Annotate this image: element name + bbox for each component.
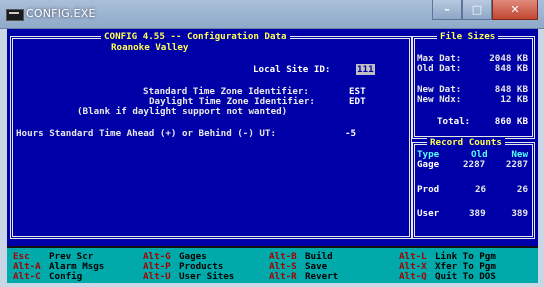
ut-offset-label: Hours Standard Time Ahead (+) or Behind …: [16, 128, 276, 139]
maximize-button[interactable]: □: [462, 0, 492, 20]
hotkey-quit-to-dos[interactable]: Quit To DOS: [435, 271, 496, 282]
hotkey-bar: Esc Prev Scr Alt-A Alarm Msgs Alt-C Conf…: [7, 246, 538, 283]
console-app-icon: [6, 9, 24, 21]
file-sizes-title: File Sizes: [437, 31, 499, 42]
hotkey-key: Alt-U: [143, 271, 171, 282]
config-subtitle: Roanoke Valley: [111, 42, 189, 53]
record-counts-panel: Record Counts Type Old New Gage 2287 228…: [412, 137, 535, 239]
dst-tz-input[interactable]: EDT: [349, 96, 366, 107]
user-type: User: [417, 208, 440, 219]
new-ndx-label: New Ndx:: [417, 94, 462, 105]
hotkey-key: Alt-R: [269, 271, 297, 282]
hotkey-revert[interactable]: Revert: [305, 271, 338, 282]
user-old: 389: [469, 208, 486, 219]
prod-old: 26: [475, 184, 487, 195]
record-counts-title: Record Counts: [427, 137, 505, 148]
config-data-panel: CONFIG 4.55 -- Configuration Data Roanok…: [10, 31, 412, 239]
site-id-input[interactable]: 111: [356, 64, 375, 75]
close-button[interactable]: ✕: [492, 0, 538, 20]
gage-new: 2287: [505, 159, 528, 170]
old-dat-label: Old Dat:: [417, 63, 462, 74]
daylight-note: (Blank if daylight support not wanted): [77, 106, 288, 117]
minimize-button[interactable]: –: [432, 0, 462, 20]
hotkey-config[interactable]: Config: [49, 271, 82, 282]
gage-old: 2287: [463, 159, 486, 170]
new-ndx-value: 12 KB: [500, 94, 528, 105]
window-title: CONFIG.EXE: [26, 7, 96, 20]
ut-offset-input[interactable]: -5: [345, 128, 356, 139]
file-sizes-panel: File Sizes Max Dat: 2048 KB Old Dat: 848…: [412, 31, 535, 139]
window-controls: – □ ✕: [432, 0, 538, 20]
prod-type: Prod: [417, 184, 440, 195]
old-dat-value: 848 KB: [494, 63, 528, 74]
hotkey-user-sites[interactable]: User Sites: [179, 271, 234, 282]
window-titlebar[interactable]: CONFIG.EXE – □ ✕: [0, 0, 544, 29]
console-area: CONFIG 4.55 -- Configuration Data Roanok…: [7, 29, 538, 281]
user-new: 389: [511, 208, 528, 219]
gage-type: Gage: [417, 159, 440, 170]
hotkey-key: Alt-C: [13, 271, 41, 282]
config-panel-title: CONFIG 4.55 -- Configuration Data: [101, 31, 290, 42]
site-id-label: Local Site ID:: [253, 64, 331, 75]
total-size-value: 860 KB: [494, 116, 528, 127]
prod-new: 26: [516, 184, 528, 195]
total-size-label: Total:: [437, 116, 471, 127]
hotkey-key: Alt-Q: [399, 271, 427, 282]
